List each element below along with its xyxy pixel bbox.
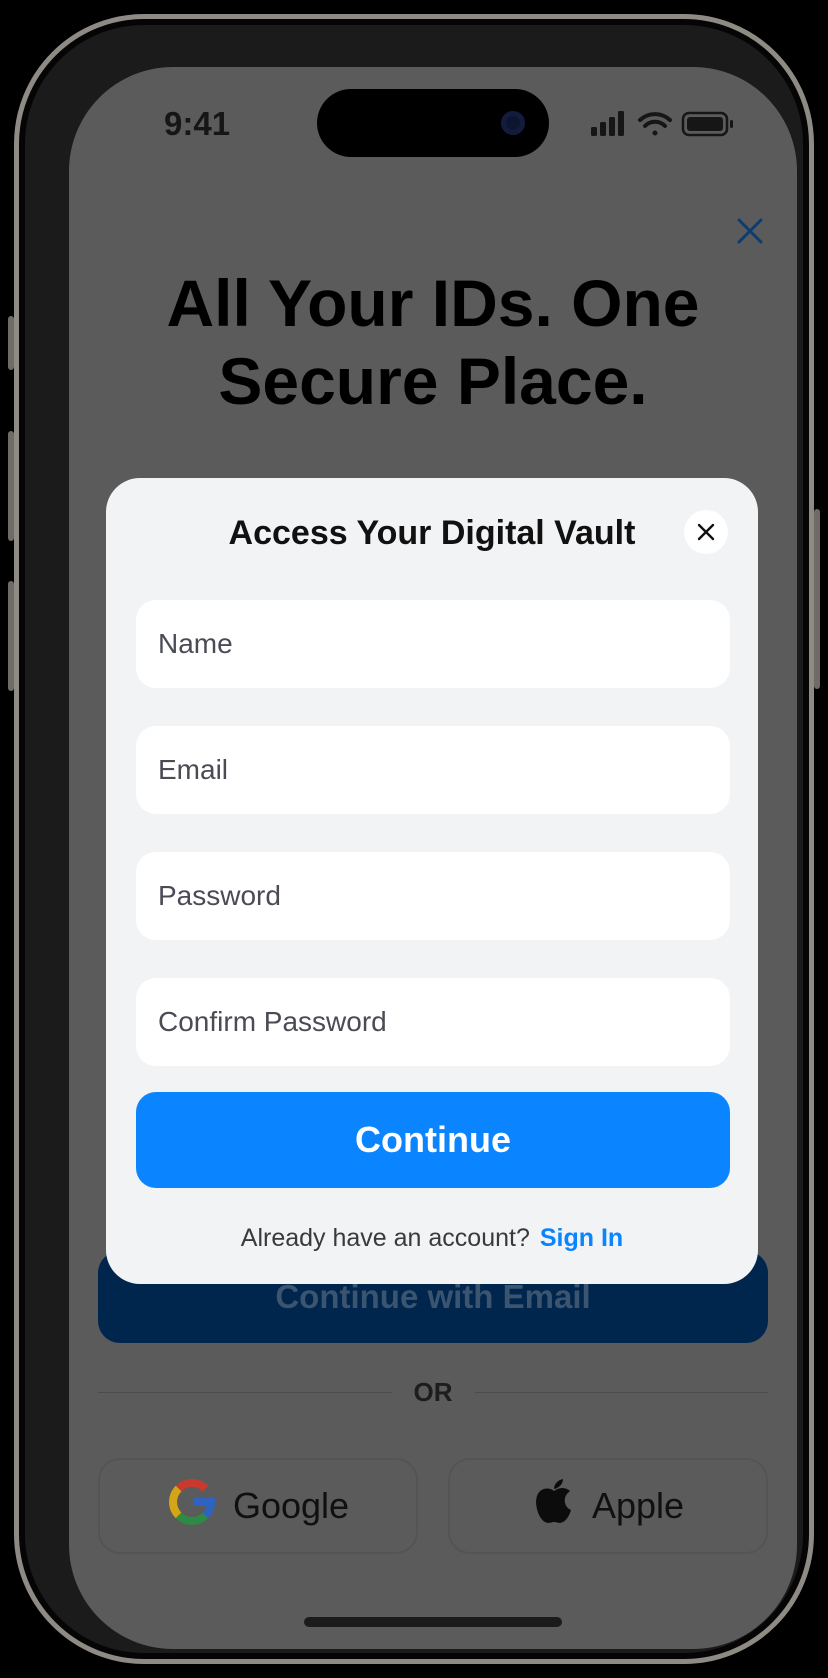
close-icon[interactable] [731, 212, 769, 250]
status-time: 9:41 [164, 105, 231, 142]
action-button [8, 316, 14, 370]
email-field [136, 726, 730, 814]
google-icon [167, 1477, 217, 1536]
apple-signin-button[interactable]: Apple [448, 1458, 768, 1554]
home-indicator[interactable] [304, 1617, 562, 1627]
google-signin-button[interactable]: Google [98, 1458, 418, 1554]
headline-line-1: All Your IDs. One [166, 266, 700, 340]
or-label: OR [413, 1377, 453, 1407]
phone-frame: 9:41 All Your IDs. One Secure Place. Con… [8, 14, 820, 1664]
signin-prompt: Already have an account? [240, 1224, 530, 1252]
email-input[interactable] [136, 726, 730, 814]
power-button [814, 509, 820, 689]
apple-label: Apple [591, 1485, 685, 1526]
confirm-password-field [136, 978, 730, 1066]
battery-icon [681, 111, 733, 137]
password-input[interactable] [136, 852, 730, 940]
volume-down-button [8, 581, 14, 691]
page-headline: All Your IDs. One Secure Place. [69, 265, 797, 421]
apple-icon [532, 1477, 576, 1536]
divider-line [98, 1392, 392, 1393]
close-icon [697, 523, 715, 541]
camera-icon [501, 111, 525, 135]
signin-row: Already have an account? Sign In [106, 1224, 758, 1253]
modal-title: Access Your Digital Vault [228, 514, 636, 552]
or-divider: OR [98, 1377, 768, 1408]
headline-line-2: Secure Place. [218, 343, 648, 418]
wifi-icon [638, 112, 672, 136]
continue-button[interactable]: Continue [136, 1092, 730, 1188]
password-field [136, 852, 730, 940]
volume-up-button [8, 431, 14, 541]
modal-close-button[interactable] [684, 510, 728, 554]
name-input[interactable] [136, 600, 730, 688]
signin-link[interactable]: Sign In [540, 1224, 623, 1252]
signal-icon [591, 111, 624, 136]
status-icons [591, 111, 737, 142]
screen: 9:41 All Your IDs. One Secure Place. Con… [69, 67, 797, 1649]
signup-modal: Access Your Digital Vault Continue Alrea… [106, 478, 758, 1284]
dynamic-island [317, 89, 549, 157]
confirm-password-input[interactable] [136, 978, 730, 1066]
divider-line [474, 1392, 768, 1393]
google-label: Google [232, 1485, 350, 1526]
name-field [136, 600, 730, 688]
